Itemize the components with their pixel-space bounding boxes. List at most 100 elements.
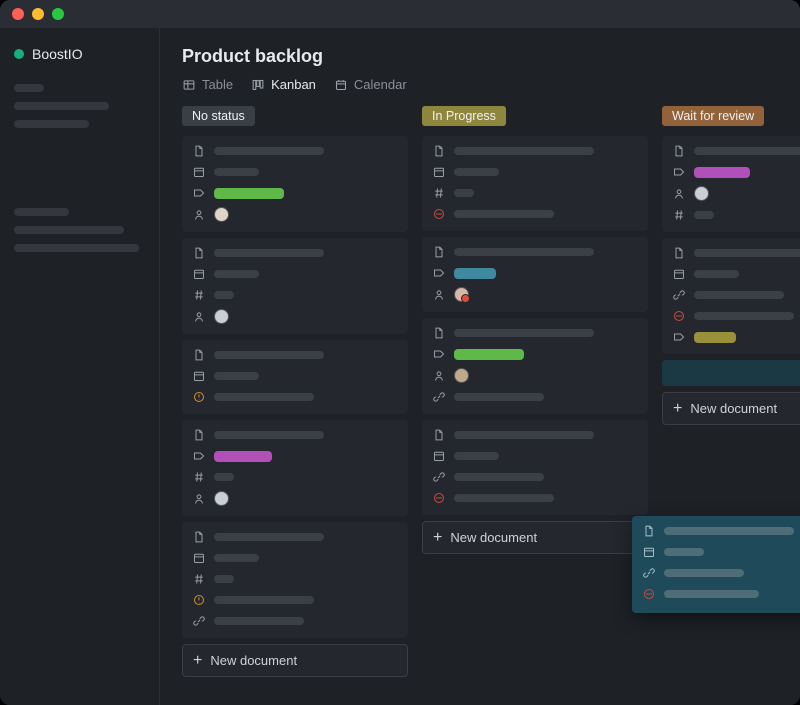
view-tabs: Table Kanban Calendar	[182, 77, 800, 92]
document-icon	[432, 245, 446, 259]
kanban-card[interactable]	[182, 420, 408, 516]
new-document-button[interactable]: + New document	[182, 644, 408, 677]
card-date	[214, 554, 259, 562]
card-date	[214, 168, 259, 176]
calendar-icon	[192, 165, 206, 179]
view-tab-label: Table	[202, 77, 233, 92]
assignee-avatar	[214, 207, 229, 222]
blocked-icon	[642, 587, 656, 601]
card-link	[694, 291, 784, 299]
window-maximize-button[interactable]	[52, 8, 64, 20]
new-document-label: New document	[690, 401, 777, 416]
column-header[interactable]: No status	[182, 106, 255, 126]
kanban-card[interactable]	[422, 136, 648, 231]
kanban-card[interactable]	[182, 136, 408, 232]
kanban-card[interactable]	[662, 238, 800, 354]
view-tab-kanban[interactable]: Kanban	[251, 77, 316, 92]
link-icon	[432, 390, 446, 404]
app-body: BoostIO Product backlog Table	[0, 28, 800, 705]
kanban-card[interactable]	[662, 136, 800, 232]
hash-icon	[192, 288, 206, 302]
card-title	[694, 249, 800, 257]
card-tag	[454, 349, 524, 360]
card-link	[454, 393, 544, 401]
new-document-label: New document	[210, 653, 297, 668]
calendar-icon	[192, 551, 206, 565]
link-icon	[672, 288, 686, 302]
new-document-button[interactable]: + New document	[662, 392, 800, 425]
document-icon	[192, 428, 206, 442]
document-icon	[432, 144, 446, 158]
window-minimize-button[interactable]	[32, 8, 44, 20]
kanban-card[interactable]	[422, 237, 648, 312]
assignee-avatar	[214, 491, 229, 506]
card-date	[454, 168, 499, 176]
column-header[interactable]: In Progress	[422, 106, 506, 126]
card-drop-zone[interactable]	[662, 360, 800, 386]
calendar-icon	[432, 449, 446, 463]
hash-icon	[672, 208, 686, 222]
sidebar-item[interactable]	[14, 226, 124, 234]
card-number	[214, 291, 234, 299]
sidebar: BoostIO	[0, 28, 160, 705]
document-icon	[192, 348, 206, 362]
tag-icon	[432, 347, 446, 361]
card-link	[214, 617, 304, 625]
card-tag	[454, 268, 496, 279]
window-titlebar	[0, 0, 800, 28]
person-icon	[432, 369, 446, 383]
warning-icon	[192, 593, 206, 607]
kanban-column-in-progress: In Progress	[422, 106, 648, 695]
card-link	[454, 473, 544, 481]
view-tab-calendar[interactable]: Calendar	[334, 77, 407, 92]
calendar-icon	[192, 369, 206, 383]
dragging-card[interactable]	[632, 516, 800, 613]
link-icon	[192, 614, 206, 628]
sidebar-item[interactable]	[14, 84, 44, 92]
kanban-card[interactable]	[422, 318, 648, 414]
card-meta	[214, 393, 314, 401]
workspace-switcher[interactable]: BoostIO	[14, 46, 145, 62]
card-title	[454, 431, 594, 439]
tag-icon	[192, 449, 206, 463]
hash-icon	[432, 186, 446, 200]
tag-icon	[192, 186, 206, 200]
app-window: BoostIO Product backlog Table	[0, 0, 800, 705]
tag-icon	[672, 165, 686, 179]
blocked-icon	[672, 309, 686, 323]
card-title	[694, 147, 800, 155]
card-date	[454, 452, 499, 460]
new-document-label: New document	[450, 530, 537, 545]
kanban-card[interactable]	[182, 238, 408, 334]
kanban-card[interactable]	[422, 420, 648, 515]
new-document-button[interactable]: + New document	[422, 521, 648, 554]
card-title	[454, 329, 594, 337]
link-icon	[432, 470, 446, 484]
document-icon	[672, 144, 686, 158]
calendar-icon	[672, 267, 686, 281]
plus-icon: +	[193, 655, 202, 667]
window-close-button[interactable]	[12, 8, 24, 20]
person-icon	[192, 208, 206, 222]
kanban-card[interactable]	[182, 522, 408, 638]
kanban-card[interactable]	[182, 340, 408, 414]
sidebar-item[interactable]	[14, 244, 139, 252]
assignee-avatar	[454, 287, 469, 302]
sidebar-item[interactable]	[14, 102, 109, 110]
assignee-avatar	[214, 309, 229, 324]
hash-icon	[192, 470, 206, 484]
column-header[interactable]: Wait for review	[662, 106, 764, 126]
card-tag	[694, 332, 736, 343]
view-tab-table[interactable]: Table	[182, 77, 233, 92]
main-content: Product backlog Table Kanban	[160, 28, 800, 705]
card-tag	[214, 188, 284, 199]
card-title	[214, 249, 324, 257]
card-number	[694, 211, 714, 219]
card-title	[664, 527, 794, 535]
sidebar-item[interactable]	[14, 120, 89, 128]
sidebar-item[interactable]	[14, 208, 69, 216]
assignee-avatar	[454, 368, 469, 383]
document-icon	[672, 246, 686, 260]
tag-icon	[672, 330, 686, 344]
card-number	[454, 189, 474, 197]
